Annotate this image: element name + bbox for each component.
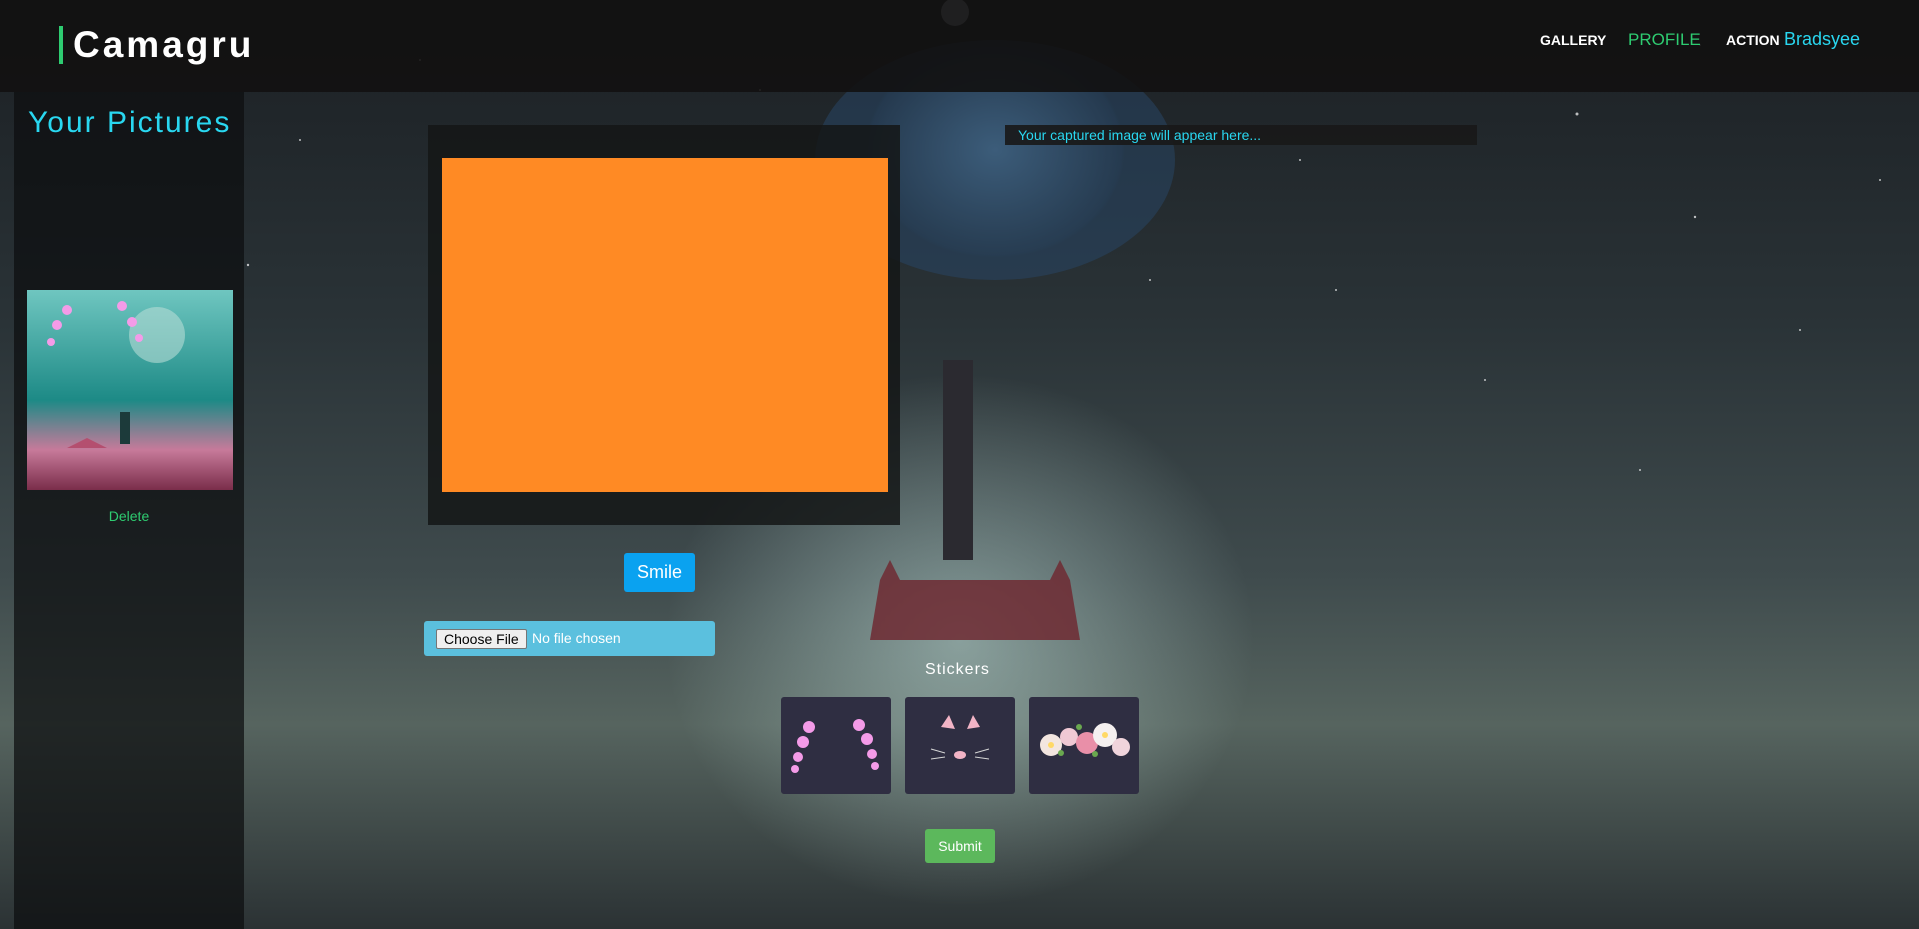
camera-video-feed xyxy=(442,158,888,492)
nav-profile-link[interactable]: PROFILE xyxy=(1628,30,1701,50)
file-upload-field: Choose File No file chosen xyxy=(424,621,715,656)
stickers-heading: Stickers xyxy=(925,661,990,678)
navbar: Camagru GALLERY PROFILE ACTION Bradsyee xyxy=(0,0,1919,92)
file-status-text: No file chosen xyxy=(532,630,621,646)
cat-ears-icon xyxy=(930,715,990,760)
captured-image-preview: Your captured image will appear here... xyxy=(1005,125,1477,145)
submit-button[interactable]: Submit xyxy=(925,829,995,863)
nav-username-link[interactable]: Bradsyee xyxy=(1784,29,1860,50)
delete-picture-link[interactable]: Delete xyxy=(14,508,244,524)
picture-thumbnail-image xyxy=(27,290,233,490)
sidebar: Your Pictures Delete xyxy=(14,92,244,929)
smile-capture-button[interactable]: Smile xyxy=(624,553,695,592)
nav-gallery-link[interactable]: GALLERY xyxy=(1540,32,1606,48)
sidebar-title: Your Pictures xyxy=(28,106,232,139)
flower-crown-icon xyxy=(1040,723,1130,757)
cherry-blossom-frame-icon xyxy=(791,719,879,773)
brand-logo[interactable]: Camagru xyxy=(59,26,254,64)
picture-thumbnail[interactable] xyxy=(27,290,233,490)
choose-file-button[interactable]: Choose File xyxy=(436,629,527,649)
sticker-cat-ears[interactable] xyxy=(905,697,1015,794)
camera-panel xyxy=(428,125,900,525)
nav-action-link[interactable]: ACTION xyxy=(1726,32,1780,48)
sticker-flower-crown[interactable] xyxy=(1029,697,1139,794)
sticker-cherry-blossom[interactable] xyxy=(781,697,891,794)
